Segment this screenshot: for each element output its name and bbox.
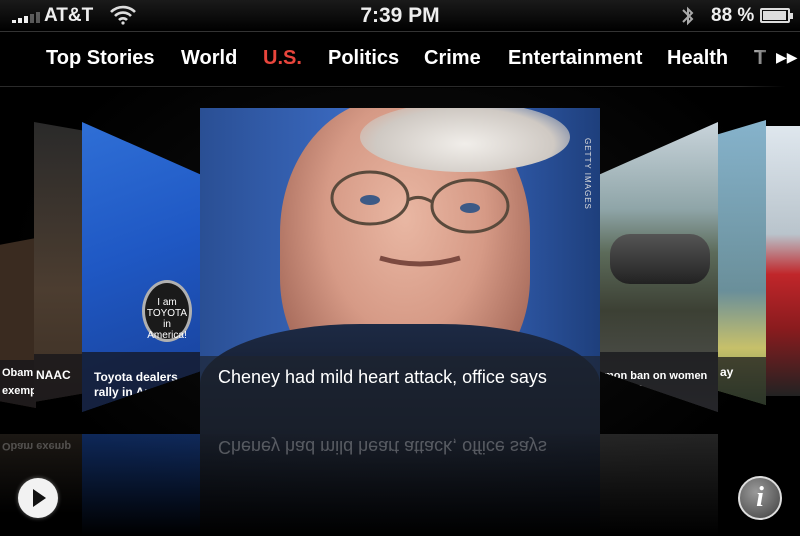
tab-top-stories[interactable]: Top Stories — [46, 47, 155, 70]
story-caption: Obam exemp — [0, 360, 36, 408]
story-card-far-left-2[interactable]: NAAC — [34, 122, 82, 402]
tab-us[interactable]: U.S. — [263, 47, 302, 70]
info-icon[interactable]: i — [738, 476, 782, 520]
photo-detail — [330, 170, 510, 267]
story-card-far-right-2[interactable] — [766, 126, 800, 396]
reflection-text: Obam exemp — [2, 440, 72, 452]
scroll-right-icon[interactable]: ▶▶ — [776, 49, 798, 66]
story-caption: ay — [718, 357, 766, 405]
story-card-far-left-1[interactable]: Obam exemp — [0, 238, 36, 408]
battery-percent: 88 % — [711, 5, 755, 26]
reflection-text: Cheney had mild heart attack, office say… — [218, 437, 547, 457]
tab-world[interactable]: World — [181, 47, 237, 70]
reflection-right — [600, 434, 718, 536]
story-caption-center: Cheney had mild heart attack, office say… — [200, 356, 600, 434]
tab-crime[interactable]: Crime — [424, 47, 481, 70]
tab-health[interactable]: Health — [667, 47, 728, 70]
story-card-left[interactable]: I am TOYOTA in America! Toyota dealers r… — [82, 122, 200, 412]
reflection-center — [200, 434, 600, 536]
play-icon[interactable] — [18, 478, 58, 518]
story-card-far-right-1[interactable]: ay — [718, 120, 766, 405]
bluetooth-icon — [680, 4, 696, 33]
story-card-right[interactable]: mon ban on women in subs — [600, 122, 718, 412]
toyota-pin-image: I am TOYOTA in America! — [142, 280, 192, 342]
story-coverflow[interactable]: Obam exemp NAAC I am TOYOTA in America! … — [0, 88, 800, 536]
story-card-center[interactable]: GETTY IMAGES Cheney had mild heart attac… — [200, 108, 600, 434]
tab-partial-next[interactable]: T — [754, 47, 766, 70]
battery-icon — [760, 8, 793, 23]
status-bar: AT&T 7:39 PM 88 % — [0, 0, 800, 32]
photo-credit: GETTY IMAGES — [583, 138, 592, 210]
reflection-left — [82, 434, 200, 536]
category-nav: Top Stories World U.S. Politics Crime En… — [0, 33, 800, 87]
story-caption: Toyota dealers rally in Amer — [82, 352, 200, 412]
pin-text: I am TOYOTA in America! — [146, 297, 188, 341]
tab-politics[interactable]: Politics — [328, 47, 399, 70]
submarine-photo — [610, 234, 710, 284]
coverflow-reflection: Obam exemp Cheney had mild heart attack,… — [0, 434, 800, 536]
story-caption: mon ban on women in subs — [600, 352, 718, 412]
tab-entertainment[interactable]: Entertainment — [508, 47, 642, 70]
story-caption: NAAC — [34, 354, 82, 402]
